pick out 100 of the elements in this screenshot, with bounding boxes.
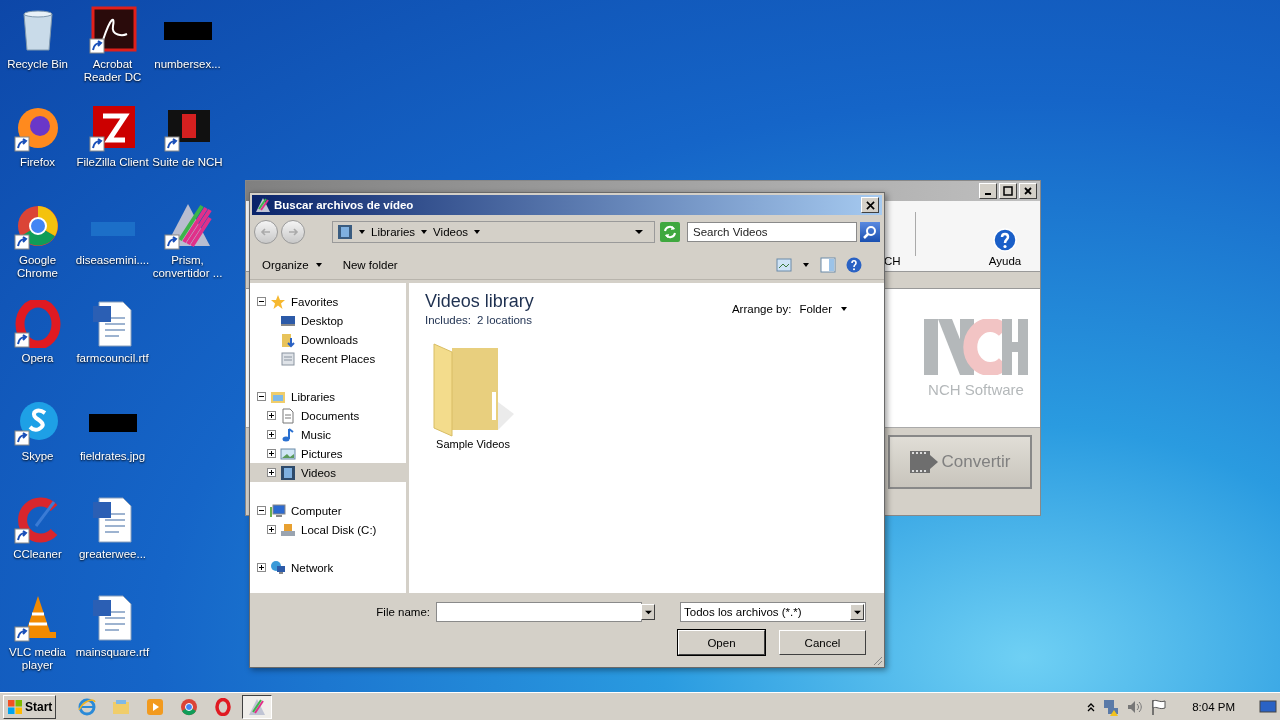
icon-label[interactable]: farmcouncil.rtf: [72, 352, 153, 365]
app-icon: [248, 697, 267, 716]
taskbar-button[interactable]: [242, 694, 273, 719]
view-icon[interactable]: [776, 258, 792, 272]
includes-label: Includes:: [425, 314, 472, 326]
file-name-label: File name:: [376, 606, 430, 618]
help-icon[interactable]: [846, 257, 862, 273]
close-button[interactable]: [1019, 183, 1037, 199]
search-icon: [863, 225, 877, 239]
videos-icon: [280, 464, 296, 481]
minimize-icon: [985, 193, 991, 195]
film-icon: [337, 224, 353, 240]
caret-icon[interactable]: [473, 228, 482, 236]
browser-icon: [78, 697, 97, 716]
tree-item[interactable]: Music: [250, 425, 406, 444]
tree-item[interactable]: Videos: [250, 463, 406, 482]
arrow-right-icon: [287, 226, 299, 238]
film-icon: [909, 449, 938, 475]
documents-icon: [280, 407, 296, 424]
chevron-up-icon[interactable]: [1086, 701, 1097, 712]
file-type-dropdown[interactable]: Todos los archivos (*.*): [680, 602, 866, 622]
icon-label[interactable]: mainsquare.rtf: [72, 646, 153, 659]
breadcrumb-item[interactable]: Libraries: [371, 226, 416, 238]
logo-text: NCH Software: [928, 380, 1024, 398]
toolbar-button[interactable]: Organize: [260, 257, 325, 273]
network-icon[interactable]: [1102, 697, 1121, 716]
arrange-dropdown[interactable]: Folder: [799, 303, 848, 315]
tree-item[interactable]: Downloads: [250, 330, 406, 349]
tree-item[interactable]: Documents: [250, 406, 406, 425]
toolbar-button[interactable]: CH: [884, 255, 912, 267]
tree-item[interactable]: Recent Places: [250, 349, 406, 368]
tree-item[interactable]: Local Disk (C:): [250, 520, 406, 539]
tree-item[interactable]: Desktop: [250, 311, 406, 330]
expand-toggle-icon[interactable]: [257, 563, 266, 572]
caret-icon[interactable]: [802, 261, 810, 269]
music-icon: [280, 426, 296, 443]
close-button[interactable]: [861, 197, 879, 213]
caret-icon: [840, 305, 848, 313]
expand-toggle-icon[interactable]: [257, 392, 266, 401]
file-name-field[interactable]: [436, 602, 642, 622]
app-icon: [255, 197, 271, 213]
close-icon: [865, 200, 875, 210]
recent-icon: [280, 350, 296, 367]
tree-item[interactable]: Computer: [250, 501, 406, 520]
folder-icon: [112, 697, 131, 716]
app-icon[interactable]: [163, 202, 212, 250]
search-field[interactable]: Search Videos: [687, 222, 857, 242]
search-button[interactable]: [860, 222, 880, 242]
network-icon: [270, 559, 286, 576]
downloads-icon: [280, 331, 296, 348]
expand-toggle-icon[interactable]: [267, 525, 276, 534]
toolbar-button[interactable]: New folder: [340, 257, 400, 273]
play-icon: [146, 697, 165, 716]
refresh-icon[interactable]: [660, 222, 680, 242]
library-title: Videos library: [425, 291, 534, 312]
app-icon[interactable]: [88, 104, 137, 152]
caret-icon: [853, 608, 861, 616]
minimize-button[interactable]: [979, 183, 997, 199]
caret-icon[interactable]: [420, 228, 429, 236]
open-button[interactable]: Open: [678, 630, 765, 655]
tree-item[interactable]: Favorites: [250, 292, 406, 311]
expand-toggle-icon[interactable]: [267, 468, 276, 477]
expand-toggle-icon[interactable]: [267, 411, 276, 420]
folder-item[interactable]: Sample Videos: [425, 342, 521, 450]
tree-item[interactable]: Libraries: [250, 387, 406, 406]
window-title: Buscar archivos de vídeo: [274, 199, 415, 211]
arrange-label: Arrange by:: [731, 303, 792, 315]
caret-icon: [314, 261, 323, 269]
flag-icon[interactable]: [1150, 697, 1169, 716]
arrow-left-icon: [260, 226, 272, 238]
close-icon: [1023, 186, 1033, 196]
expand-toggle-icon[interactable]: [267, 430, 276, 439]
caret-icon[interactable]: [358, 228, 366, 236]
dropdown-arrow-icon[interactable]: [634, 228, 644, 236]
browser-icon: [214, 697, 233, 716]
maximize-icon: [1003, 186, 1013, 196]
app-icon[interactable]: [88, 6, 137, 54]
disk-icon: [280, 521, 296, 538]
expand-toggle-icon[interactable]: [257, 297, 266, 306]
address-bar[interactable]: Libraries Videos: [332, 221, 655, 243]
tree-item[interactable]: Network: [250, 558, 406, 577]
help-button[interactable]: Ayuda: [975, 228, 1035, 267]
locations-link[interactable]: 2 locations: [477, 314, 532, 326]
show-desktop-icon[interactable]: [1259, 698, 1277, 715]
star-icon: [270, 293, 286, 310]
start-button[interactable]: Start: [3, 694, 57, 719]
windows-logo-icon: [7, 698, 23, 715]
computer-icon: [270, 502, 286, 519]
folder-icon: [430, 342, 516, 438]
maximize-button[interactable]: [999, 183, 1017, 199]
breadcrumb-item[interactable]: Videos: [433, 226, 469, 238]
resize-grip-icon[interactable]: [871, 654, 883, 666]
expand-toggle-icon[interactable]: [257, 506, 266, 515]
tree-item[interactable]: Pictures: [250, 444, 406, 463]
help-icon: [993, 228, 1017, 252]
cancel-button[interactable]: Cancel: [779, 630, 866, 655]
clock[interactable]: 8:04 PM: [1192, 700, 1235, 713]
app-icon[interactable]: [13, 300, 62, 348]
caret-icon: [644, 608, 652, 616]
expand-toggle-icon[interactable]: [267, 449, 276, 458]
